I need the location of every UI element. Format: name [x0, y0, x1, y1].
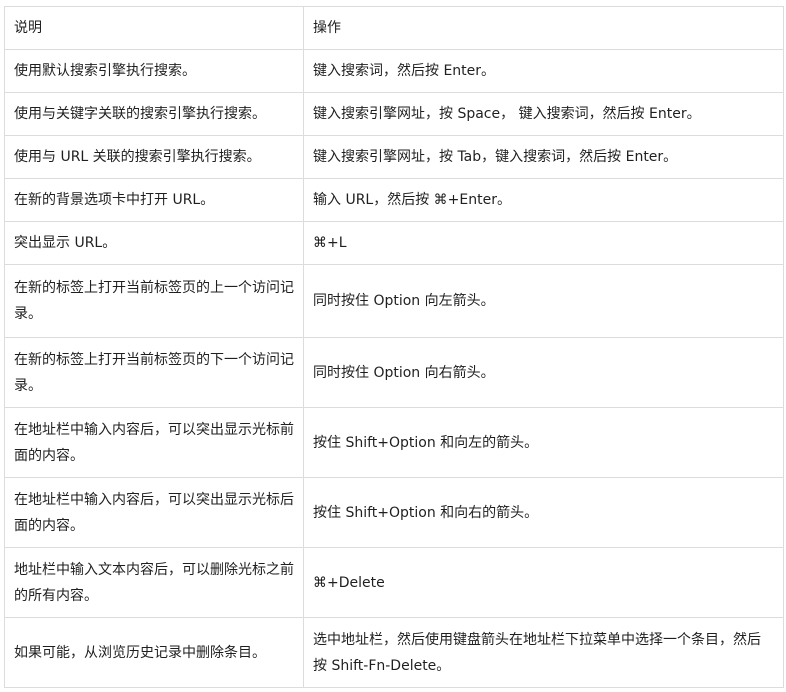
description-cell: 使用与关键字关联的搜索引擎执行搜索。 [4, 92, 304, 136]
table-row: 如果可能，从浏览历史记录中删除条目。 选中地址栏，然后使用键盘箭头在地址栏下拉菜… [4, 617, 784, 688]
shortcut-table: 说明 操作 使用默认搜索引擎执行搜索。 键入搜索词，然后按 Enter。 使用与… [4, 6, 784, 688]
action-cell: 按住 Shift+Option 和向左的箭头。 [303, 407, 784, 478]
description-cell: 在地址栏中输入内容后，可以突出显示光标后面的内容。 [4, 477, 304, 548]
action-cell: 按住 Shift+Option 和向右的箭头。 [303, 477, 784, 548]
description-cell: 在新的背景选项卡中打开 URL。 [4, 178, 304, 222]
table-header-row: 说明 操作 [4, 6, 784, 50]
table-row: 使用与关键字关联的搜索引擎执行搜索。 键入搜索引擎网址，按 Space， 键入搜… [4, 92, 784, 136]
action-cell: 输入 URL，然后按 ⌘+Enter。 [303, 178, 784, 222]
table-row: 在新的标签上打开当前标签页的下一个访问记录。 同时按住 Option 向右箭头。 [4, 337, 784, 408]
column-header-description: 说明 [4, 6, 304, 50]
description-cell: 在地址栏中输入内容后，可以突出显示光标前面的内容。 [4, 407, 304, 478]
description-cell: 突出显示 URL。 [4, 221, 304, 265]
action-cell: ⌘+L [303, 221, 784, 265]
action-cell: 同时按住 Option 向左箭头。 [303, 264, 784, 338]
column-header-action: 操作 [303, 6, 784, 50]
table-row: 使用默认搜索引擎执行搜索。 键入搜索词，然后按 Enter。 [4, 49, 784, 93]
table-row: 在新的标签上打开当前标签页的上一个访问记录。 同时按住 Option 向左箭头。 [4, 264, 784, 338]
action-cell: 选中地址栏，然后使用键盘箭头在地址栏下拉菜单中选择一个条目，然后按 Shift-… [303, 617, 784, 688]
action-cell: 键入搜索引擎网址，按 Space， 键入搜索词，然后按 Enter。 [303, 92, 784, 136]
description-cell: 在新的标签上打开当前标签页的下一个访问记录。 [4, 337, 304, 408]
description-cell: 如果可能，从浏览历史记录中删除条目。 [4, 617, 304, 688]
table-row: 地址栏中输入文本内容后，可以删除光标之前的所有内容。 ⌘+Delete [4, 547, 784, 618]
table-row: 使用与 URL 关联的搜索引擎执行搜索。 键入搜索引擎网址，按 Tab，键入搜索… [4, 135, 784, 179]
table-row: 在地址栏中输入内容后，可以突出显示光标前面的内容。 按住 Shift+Optio… [4, 407, 784, 478]
action-cell: ⌘+Delete [303, 547, 784, 618]
action-cell: 键入搜索引擎网址，按 Tab，键入搜索词，然后按 Enter。 [303, 135, 784, 179]
action-cell: 键入搜索词，然后按 Enter。 [303, 49, 784, 93]
table-row: 在地址栏中输入内容后，可以突出显示光标后面的内容。 按住 Shift+Optio… [4, 477, 784, 548]
description-cell: 使用与 URL 关联的搜索引擎执行搜索。 [4, 135, 304, 179]
table-row: 突出显示 URL。 ⌘+L [4, 221, 784, 265]
action-cell: 同时按住 Option 向右箭头。 [303, 337, 784, 408]
table-row: 在新的背景选项卡中打开 URL。 输入 URL，然后按 ⌘+Enter。 [4, 178, 784, 222]
description-cell: 在新的标签上打开当前标签页的上一个访问记录。 [4, 264, 304, 338]
description-cell: 地址栏中输入文本内容后，可以删除光标之前的所有内容。 [4, 547, 304, 618]
description-cell: 使用默认搜索引擎执行搜索。 [4, 49, 304, 93]
